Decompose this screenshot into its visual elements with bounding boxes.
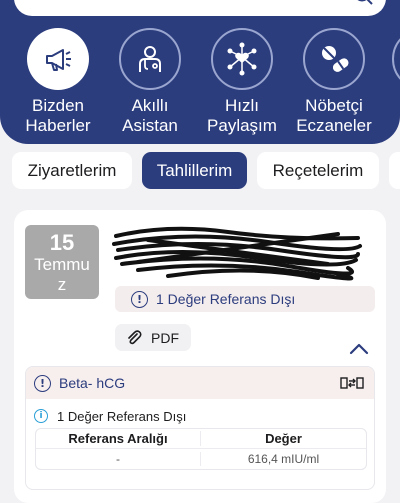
warning-text: 1 Değer Referans Dışı bbox=[156, 291, 296, 307]
tab-prescriptions[interactable]: Reçetelerim bbox=[257, 152, 379, 189]
quick-action-label-line2: Haberler bbox=[25, 116, 91, 135]
out-of-range-warning: ! 1 Değer Referans Dışı bbox=[115, 286, 375, 312]
quick-action-assistant[interactable]: Akıllı Asistan bbox=[102, 28, 198, 136]
pdf-button[interactable]: PDF bbox=[115, 324, 191, 351]
test-info-text: 1 Değer Referans Dışı bbox=[57, 408, 187, 424]
quick-action-label-line1: Akıllı bbox=[131, 96, 169, 115]
share-network-icon bbox=[211, 28, 273, 90]
date-month-line1: Temmu bbox=[34, 255, 90, 274]
chevron-up-icon[interactable] bbox=[348, 342, 370, 356]
quick-action-more[interactable] bbox=[392, 28, 400, 90]
search-icon[interactable] bbox=[354, 0, 374, 6]
info-icon: i bbox=[34, 409, 48, 423]
quick-action-label-line2: Paylaşım bbox=[207, 116, 277, 135]
quick-action-label-line1: Hızlı bbox=[225, 96, 259, 115]
search-bar[interactable] bbox=[14, 0, 386, 16]
cell-reference-range: - bbox=[36, 452, 201, 466]
pills-icon bbox=[303, 28, 365, 90]
quick-action-news[interactable]: Bizden Haberler bbox=[10, 28, 106, 136]
quick-action-label-line2: Asistan bbox=[122, 116, 178, 135]
test-detail: ! Beta- hCG i 1 Değer Referans Dışı Refe… bbox=[25, 366, 375, 490]
reference-table-header: Referans Aralığı Değer bbox=[36, 429, 366, 449]
quick-action-share[interactable]: Hızlı Paylaşım bbox=[194, 28, 290, 136]
table-row: - 616,4 mIU/ml bbox=[36, 449, 366, 469]
expand-collapse-icon[interactable] bbox=[340, 375, 364, 391]
test-header[interactable]: ! Beta- hCG bbox=[26, 367, 374, 399]
tab-tests[interactable]: Tahlillerim bbox=[142, 152, 247, 189]
reference-table: Referans Aralığı Değer - 616,4 mIU/ml bbox=[35, 428, 367, 470]
pdf-label: PDF bbox=[151, 329, 179, 346]
tab-more[interactable] bbox=[389, 152, 400, 189]
cell-value: 616,4 mIU/ml bbox=[247, 452, 320, 466]
header: Bizden Haberler Akıllı Asistan Hızlı Pay… bbox=[0, 0, 400, 144]
doctor-icon bbox=[119, 28, 181, 90]
date-month-line2: z bbox=[57, 275, 67, 294]
info-icon: ! bbox=[131, 290, 148, 308]
alert-icon: ! bbox=[34, 374, 51, 392]
quick-action-label-line1: Bizden bbox=[32, 96, 84, 115]
quick-action-label-line2: Eczaneler bbox=[296, 116, 372, 135]
column-reference-range: Referans Aralığı bbox=[36, 431, 201, 446]
megaphone-icon bbox=[27, 28, 89, 90]
date-day: 15 bbox=[49, 230, 75, 255]
redaction-scribble bbox=[112, 226, 362, 281]
date-badge: 15 Temmu z bbox=[25, 225, 99, 299]
tab-visits[interactable]: Ziyaretlerim bbox=[12, 152, 132, 189]
paperclip-icon bbox=[128, 329, 142, 344]
quick-action-pharmacies[interactable]: Nöbetçi Eczaneler bbox=[286, 28, 382, 136]
column-value: Değer bbox=[265, 431, 302, 446]
quick-action-label-line1: Nöbetçi bbox=[305, 96, 363, 115]
test-name: Beta- hCG bbox=[59, 375, 126, 391]
test-info-row: i 1 Değer Referans Dışı bbox=[26, 403, 374, 429]
